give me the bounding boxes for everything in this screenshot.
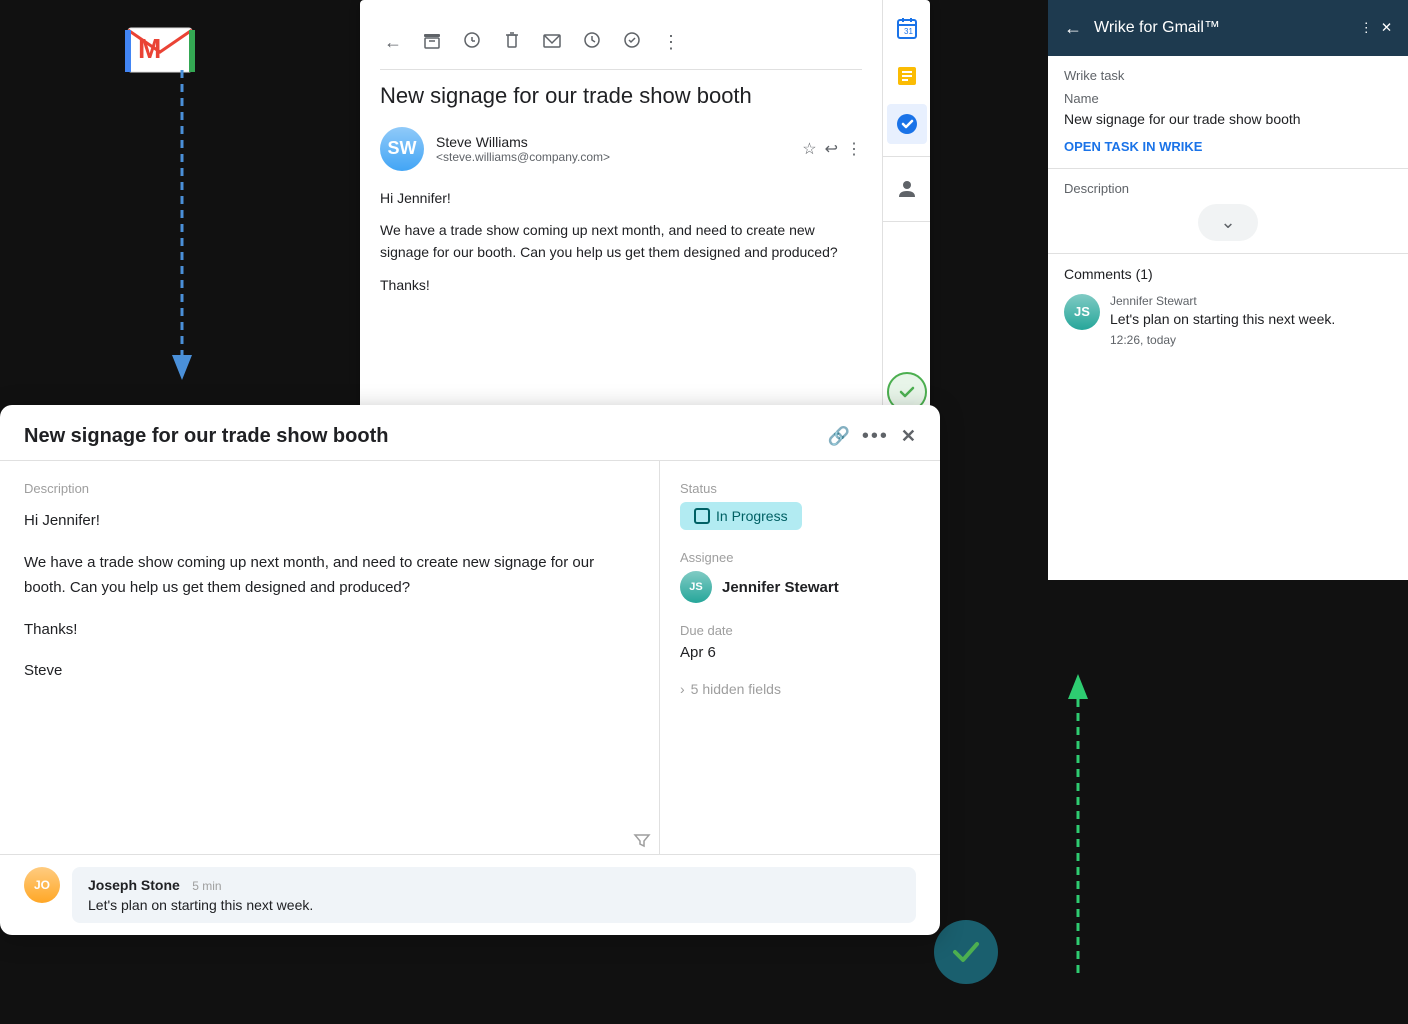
sender-name: Steve Williams	[436, 134, 790, 150]
back-button[interactable]: ←	[380, 28, 406, 57]
expand-icon: ›	[680, 681, 685, 697]
wrike-comments-section: Comments (1) JS Jennifer Stewart Let's p…	[1048, 253, 1408, 360]
wrike-comments-title: Comments (1)	[1064, 266, 1392, 282]
task-main-content: Description Hi Jennifer! We have a trade…	[0, 461, 660, 854]
email-greeting: Hi Jennifer!	[380, 187, 862, 209]
gmail-sidebar: 31	[882, 0, 930, 420]
due-date-value: Apr 6	[680, 644, 920, 661]
task-link-button[interactable]: 🔗	[827, 426, 849, 447]
wrike-circle-button[interactable]	[934, 920, 998, 984]
due-date-label: Due date	[680, 623, 920, 638]
sender-avatar: SW	[380, 127, 424, 171]
gmail-toolbar: ← ⋮	[380, 16, 862, 70]
wrike-description-section: Description ⌄	[1048, 168, 1408, 253]
task-due-date-field: Due date Apr 6	[680, 623, 920, 661]
sender-row: SW Steve Williams <steve.williams@compan…	[380, 127, 862, 171]
arrow-down-indicator	[172, 70, 192, 380]
email-body: Hi Jennifer! We have a trade show coming…	[380, 187, 862, 297]
email-thanks: Thanks!	[380, 274, 862, 296]
wrike-panel-title: Wrike for Gmail™	[1094, 19, 1348, 37]
gmail-panel: ← ⋮ New signage for our trade show booth	[360, 0, 930, 420]
comment-content: Jennifer Stewart Let's plan on starting …	[1110, 294, 1335, 348]
task-comment-text: Let's plan on starting this next week.	[88, 897, 900, 913]
svg-text:31: 31	[904, 27, 913, 36]
more-button[interactable]: ⋮	[658, 28, 684, 57]
wrike-back-button[interactable]: ←	[1064, 18, 1082, 39]
sidebar-tasks-icon[interactable]	[887, 56, 927, 96]
status-badge[interactable]: In Progress	[680, 502, 802, 530]
task-thanks: Thanks!	[24, 617, 635, 643]
comment-time: 12:26, today	[1110, 333, 1335, 347]
wrike-panel: ← Wrike for Gmail™ ⋮ ✕ Wrike task Name N…	[1048, 0, 1408, 580]
sidebar-wrike-icon[interactable]	[887, 104, 927, 144]
comment-avatar: JS	[1064, 294, 1100, 330]
task-sidebar: Status In Progress Assignee JS Jennifer …	[660, 461, 940, 854]
status-badge-icon	[694, 508, 710, 524]
task-description-label: Description	[24, 481, 635, 496]
wrike-header-actions: ⋮ ✕	[1360, 20, 1393, 36]
wrike-panel-header: ← Wrike for Gmail™ ⋮ ✕	[1048, 0, 1408, 56]
email-subject: New signage for our trade show booth	[380, 82, 862, 111]
comment-author: Jennifer Stewart	[1110, 294, 1335, 308]
task-assignee-field: Assignee JS Jennifer Stewart	[680, 550, 920, 603]
task-comment-section: JO Joseph Stone 5 min Let's plan on star…	[0, 854, 940, 935]
assignee-avatar: JS	[680, 571, 712, 603]
task-comment-author: Joseph Stone	[88, 877, 180, 893]
wrike-name-label: Name	[1064, 91, 1392, 106]
open-task-link[interactable]: OPEN TASK IN WRIKE	[1064, 139, 1202, 154]
task-signature: Steve	[24, 658, 635, 684]
schedule-button[interactable]	[578, 26, 606, 59]
wrike-task-name: New signage for our trade show booth	[1064, 110, 1392, 130]
reply-button[interactable]: ↩	[825, 139, 838, 159]
task-close-button[interactable]: ✕	[901, 426, 916, 447]
description-dropdown-button[interactable]: ⌄	[1198, 204, 1258, 241]
filter-icon[interactable]	[632, 830, 652, 855]
task-detail-popup: New signage for our trade show booth 🔗 •…	[0, 405, 940, 935]
comment-text: Let's plan on starting this next week.	[1110, 310, 1335, 330]
task-comment-avatar: JO	[24, 867, 60, 903]
wrike-description-label: Description	[1064, 181, 1392, 196]
sender-actions: ☆ ↩ ⋮	[802, 139, 862, 159]
email-body-text: We have a trade show coming up next mont…	[380, 219, 862, 264]
clock-button[interactable]	[458, 26, 486, 59]
more-sender-button[interactable]: ⋮	[846, 139, 862, 159]
task-button[interactable]	[618, 26, 646, 59]
sidebar-calendar-icon[interactable]: 31	[887, 8, 927, 48]
status-label: Status	[680, 481, 920, 496]
hidden-fields-toggle[interactable]: › 5 hidden fields	[680, 681, 920, 697]
delete-button[interactable]	[498, 26, 526, 59]
task-body-text: Hi Jennifer! We have a trade show coming…	[24, 508, 635, 684]
assignee-label: Assignee	[680, 550, 920, 565]
sidebar-contacts-icon[interactable]	[887, 169, 927, 209]
assignee-name: Jennifer Stewart	[722, 579, 839, 596]
wrike-name-section: Name New signage for our trade show boot…	[1048, 83, 1408, 168]
task-body: We have a trade show coming up next mont…	[24, 550, 635, 601]
task-comment-bubble: Joseph Stone 5 min Let's plan on startin…	[72, 867, 916, 923]
archive-button[interactable]	[418, 26, 446, 59]
wrike-more-button[interactable]: ⋮	[1360, 20, 1373, 36]
task-comment-time: 5 min	[192, 879, 221, 893]
wrike-task-section-label: Wrike task	[1048, 56, 1408, 83]
task-popup-header: New signage for our trade show booth 🔗 •…	[0, 405, 940, 461]
sender-email: <steve.williams@company.com>	[436, 150, 790, 164]
arrow-up-indicator	[1068, 674, 1088, 974]
task-greeting: Hi Jennifer!	[24, 508, 635, 534]
status-value: In Progress	[716, 508, 788, 524]
sender-info: Steve Williams <steve.williams@company.c…	[436, 134, 790, 164]
task-popup-title: New signage for our trade show booth	[24, 425, 388, 448]
wrike-close-button[interactable]: ✕	[1381, 20, 1392, 36]
task-comment-meta: Joseph Stone 5 min	[88, 877, 900, 895]
svg-text:M: M	[138, 33, 161, 64]
task-popup-header-icons: 🔗 ••• ✕	[827, 425, 916, 448]
assignee-row: JS Jennifer Stewart	[680, 571, 920, 603]
task-status-field: Status In Progress	[680, 481, 920, 530]
mail-button[interactable]	[538, 26, 566, 59]
task-more-button[interactable]: •••	[862, 425, 889, 448]
hidden-fields-label: 5 hidden fields	[691, 681, 781, 697]
task-popup-body: Description Hi Jennifer! We have a trade…	[0, 461, 940, 854]
wrike-panel-body: Wrike task Name New signage for our trad…	[1048, 56, 1408, 580]
star-button[interactable]: ☆	[802, 139, 816, 159]
wrike-comment: JS Jennifer Stewart Let's plan on starti…	[1064, 294, 1392, 348]
